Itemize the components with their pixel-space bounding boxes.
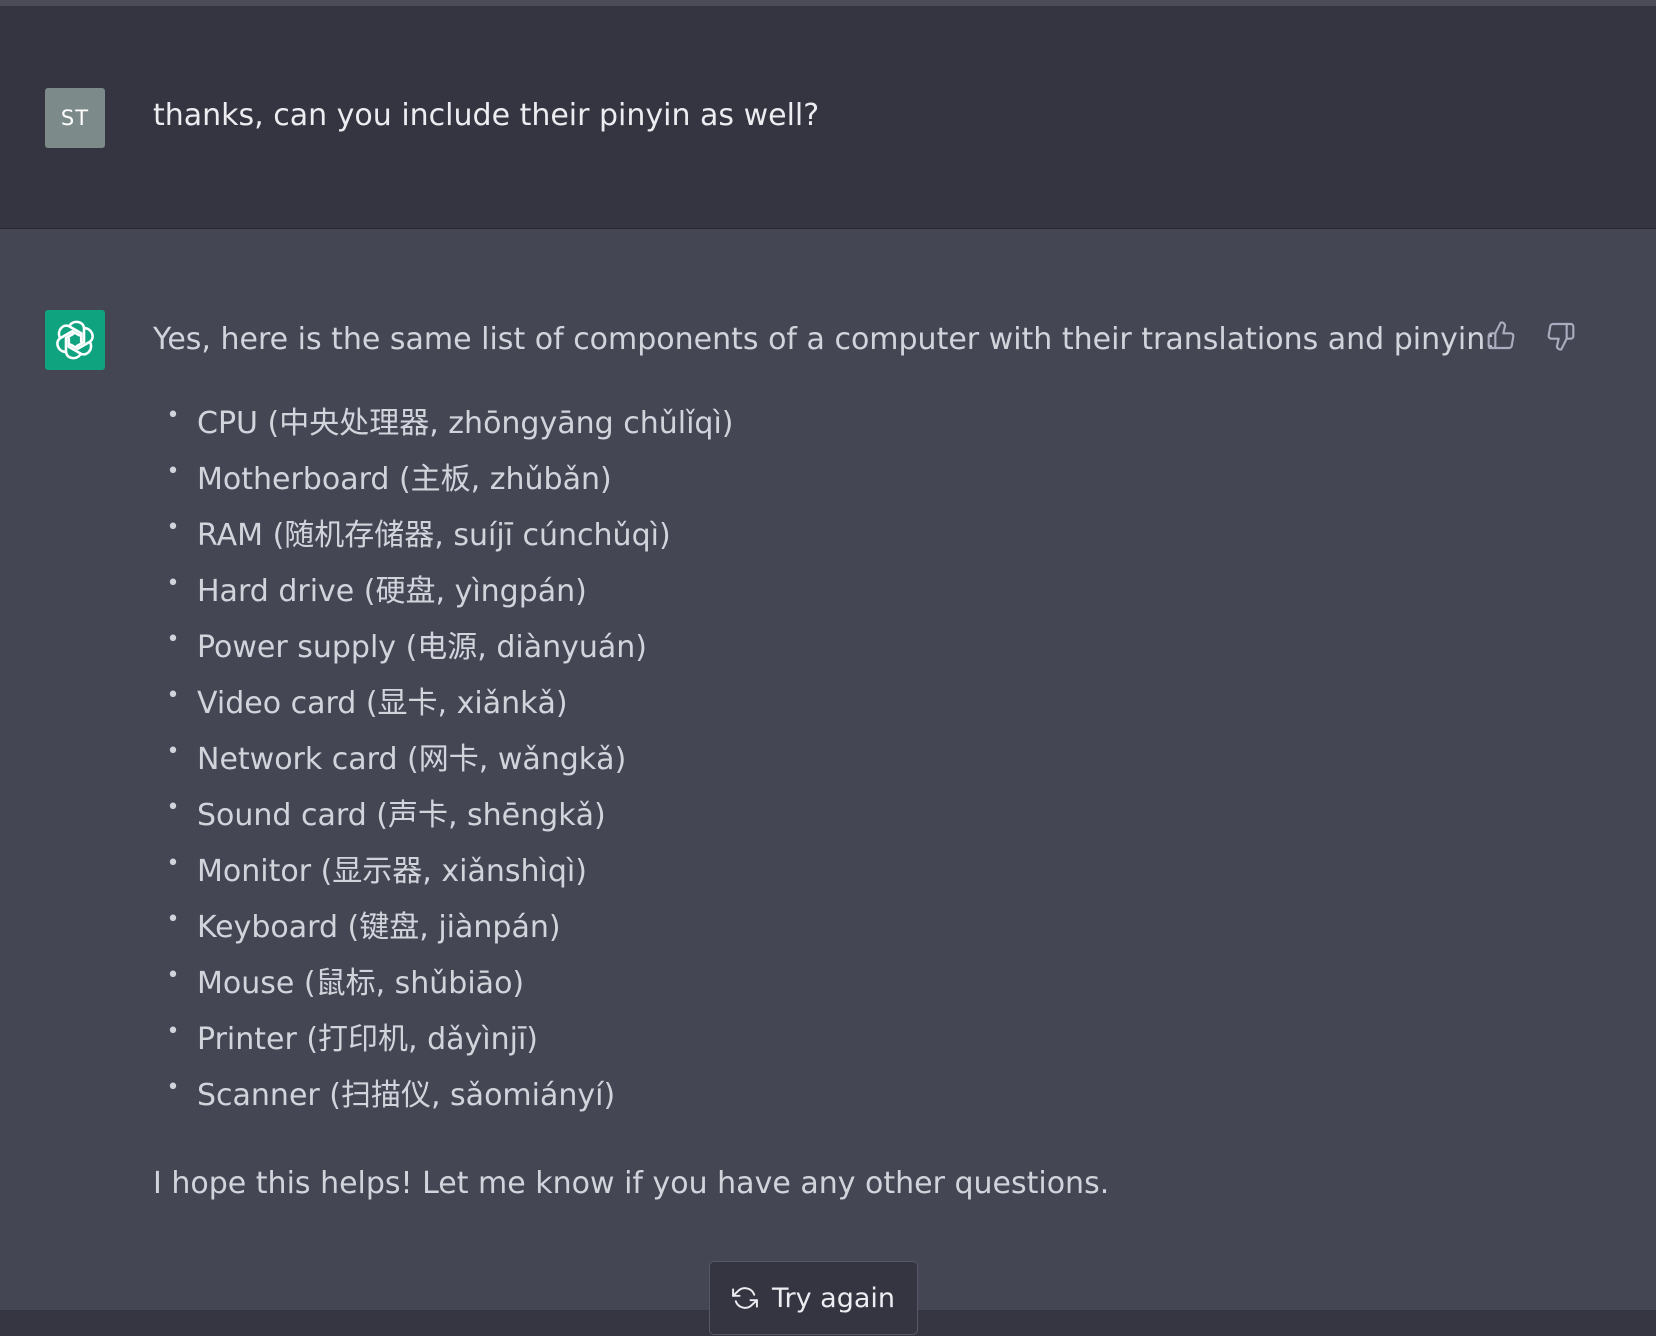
list-item: • Video card (显卡, xiǎnkǎ) [167, 676, 1463, 732]
list-item-text: CPU (中央处理器, zhōngyāng chǔlǐqì) [197, 406, 734, 441]
assistant-message-row: Yes, here is the same list of components… [0, 230, 1656, 1310]
try-again-label: Try again [771, 1282, 896, 1314]
bullet: • [166, 459, 180, 484]
list-item-text: Sound card (声卡, shēngkǎ) [197, 798, 606, 833]
list-item-text: Video card (显卡, xiǎnkǎ) [197, 686, 568, 721]
thumbs-down-button[interactable] [1544, 320, 1576, 352]
list-item-text: Hard drive (硬盘, yìngpán) [197, 574, 587, 609]
list-item-text: Power supply (电源, diànyuán) [197, 630, 648, 665]
openai-logo-icon [56, 320, 94, 360]
component-list: • CPU (中央处理器, zhōngyāng chǔlǐqì) • Motherb… [153, 396, 1463, 1124]
list-item: • Network card (网卡, wǎngkǎ) [167, 732, 1463, 788]
thumbs-up-icon [1487, 321, 1515, 350]
bullet: • [166, 795, 180, 820]
bullet: • [166, 627, 180, 652]
user-message-row: ST thanks, can you include their pinyin … [0, 6, 1656, 229]
try-again-button[interactable]: Try again [709, 1261, 918, 1335]
list-item: • Printer (打印机, dǎyìnjī) [167, 1012, 1463, 1068]
list-item: • Sound card (声卡, shēngkǎ) [167, 788, 1463, 844]
bullet: • [166, 403, 180, 428]
list-item-text: Scanner (扫描仪, sǎomiányí) [197, 1078, 616, 1113]
assistant-outro-text: I hope this helps! Let me know if you ha… [153, 1166, 1110, 1201]
list-item: • Motherboard (主板, zhǔbǎn) [167, 452, 1463, 508]
user-message-text: thanks, can you include their pinyin as … [153, 98, 820, 133]
list-item: • RAM (随机存储器, suíjī cúnchǔqì) [167, 508, 1463, 564]
chat-page: ST thanks, can you include their pinyin … [0, 0, 1656, 1336]
assistant-message-content: Yes, here is the same list of components… [153, 320, 1496, 1204]
bullet: • [166, 1019, 180, 1044]
list-item: • Hard drive (硬盘, yìngpán) [167, 564, 1463, 620]
list-item: • Scanner (扫描仪, sǎomiányí) [167, 1068, 1463, 1124]
list-item-text: Monitor (显示器, xiǎnshìqì) [197, 854, 587, 889]
list-item-text: Keyboard (键盘, jiànpán) [197, 910, 561, 945]
assistant-intro-text: Yes, here is the same list of components… [153, 322, 1496, 357]
bullet: • [166, 683, 180, 708]
bullet: • [166, 963, 180, 988]
list-item: • CPU (中央处理器, zhōngyāng chǔlǐqì) [167, 396, 1463, 452]
list-item: • Keyboard (键盘, jiànpán) [167, 900, 1463, 956]
bullet: • [166, 571, 180, 596]
user-avatar: ST [45, 88, 105, 148]
list-item-text: Network card (网卡, wǎngkǎ) [197, 742, 627, 777]
refresh-icon [732, 1287, 758, 1309]
list-item-text: Mouse (鼠标, shǔbiāo) [197, 966, 525, 1001]
assistant-avatar [45, 310, 105, 370]
bullet: • [166, 739, 180, 764]
list-item-text: Motherboard (主板, zhǔbǎn) [197, 462, 612, 497]
feedback-buttons [1486, 320, 1576, 352]
list-item-text: Printer (打印机, dǎyìnjī) [197, 1022, 539, 1057]
thumbs-down-icon [1547, 322, 1575, 351]
bullet: • [166, 851, 180, 876]
list-item: • Monitor (显示器, xiǎnshìqì) [167, 844, 1463, 900]
list-item: • Power supply (电源, diànyuán) [167, 620, 1463, 676]
bullet: • [166, 515, 180, 540]
bullet: • [166, 907, 180, 932]
thumbs-up-button[interactable] [1486, 320, 1518, 352]
list-item: • Mouse (鼠标, shǔbiāo) [167, 956, 1463, 1012]
list-item-text: RAM (随机存储器, suíjī cúnchǔqì) [197, 518, 671, 553]
bullet: • [166, 1075, 180, 1100]
